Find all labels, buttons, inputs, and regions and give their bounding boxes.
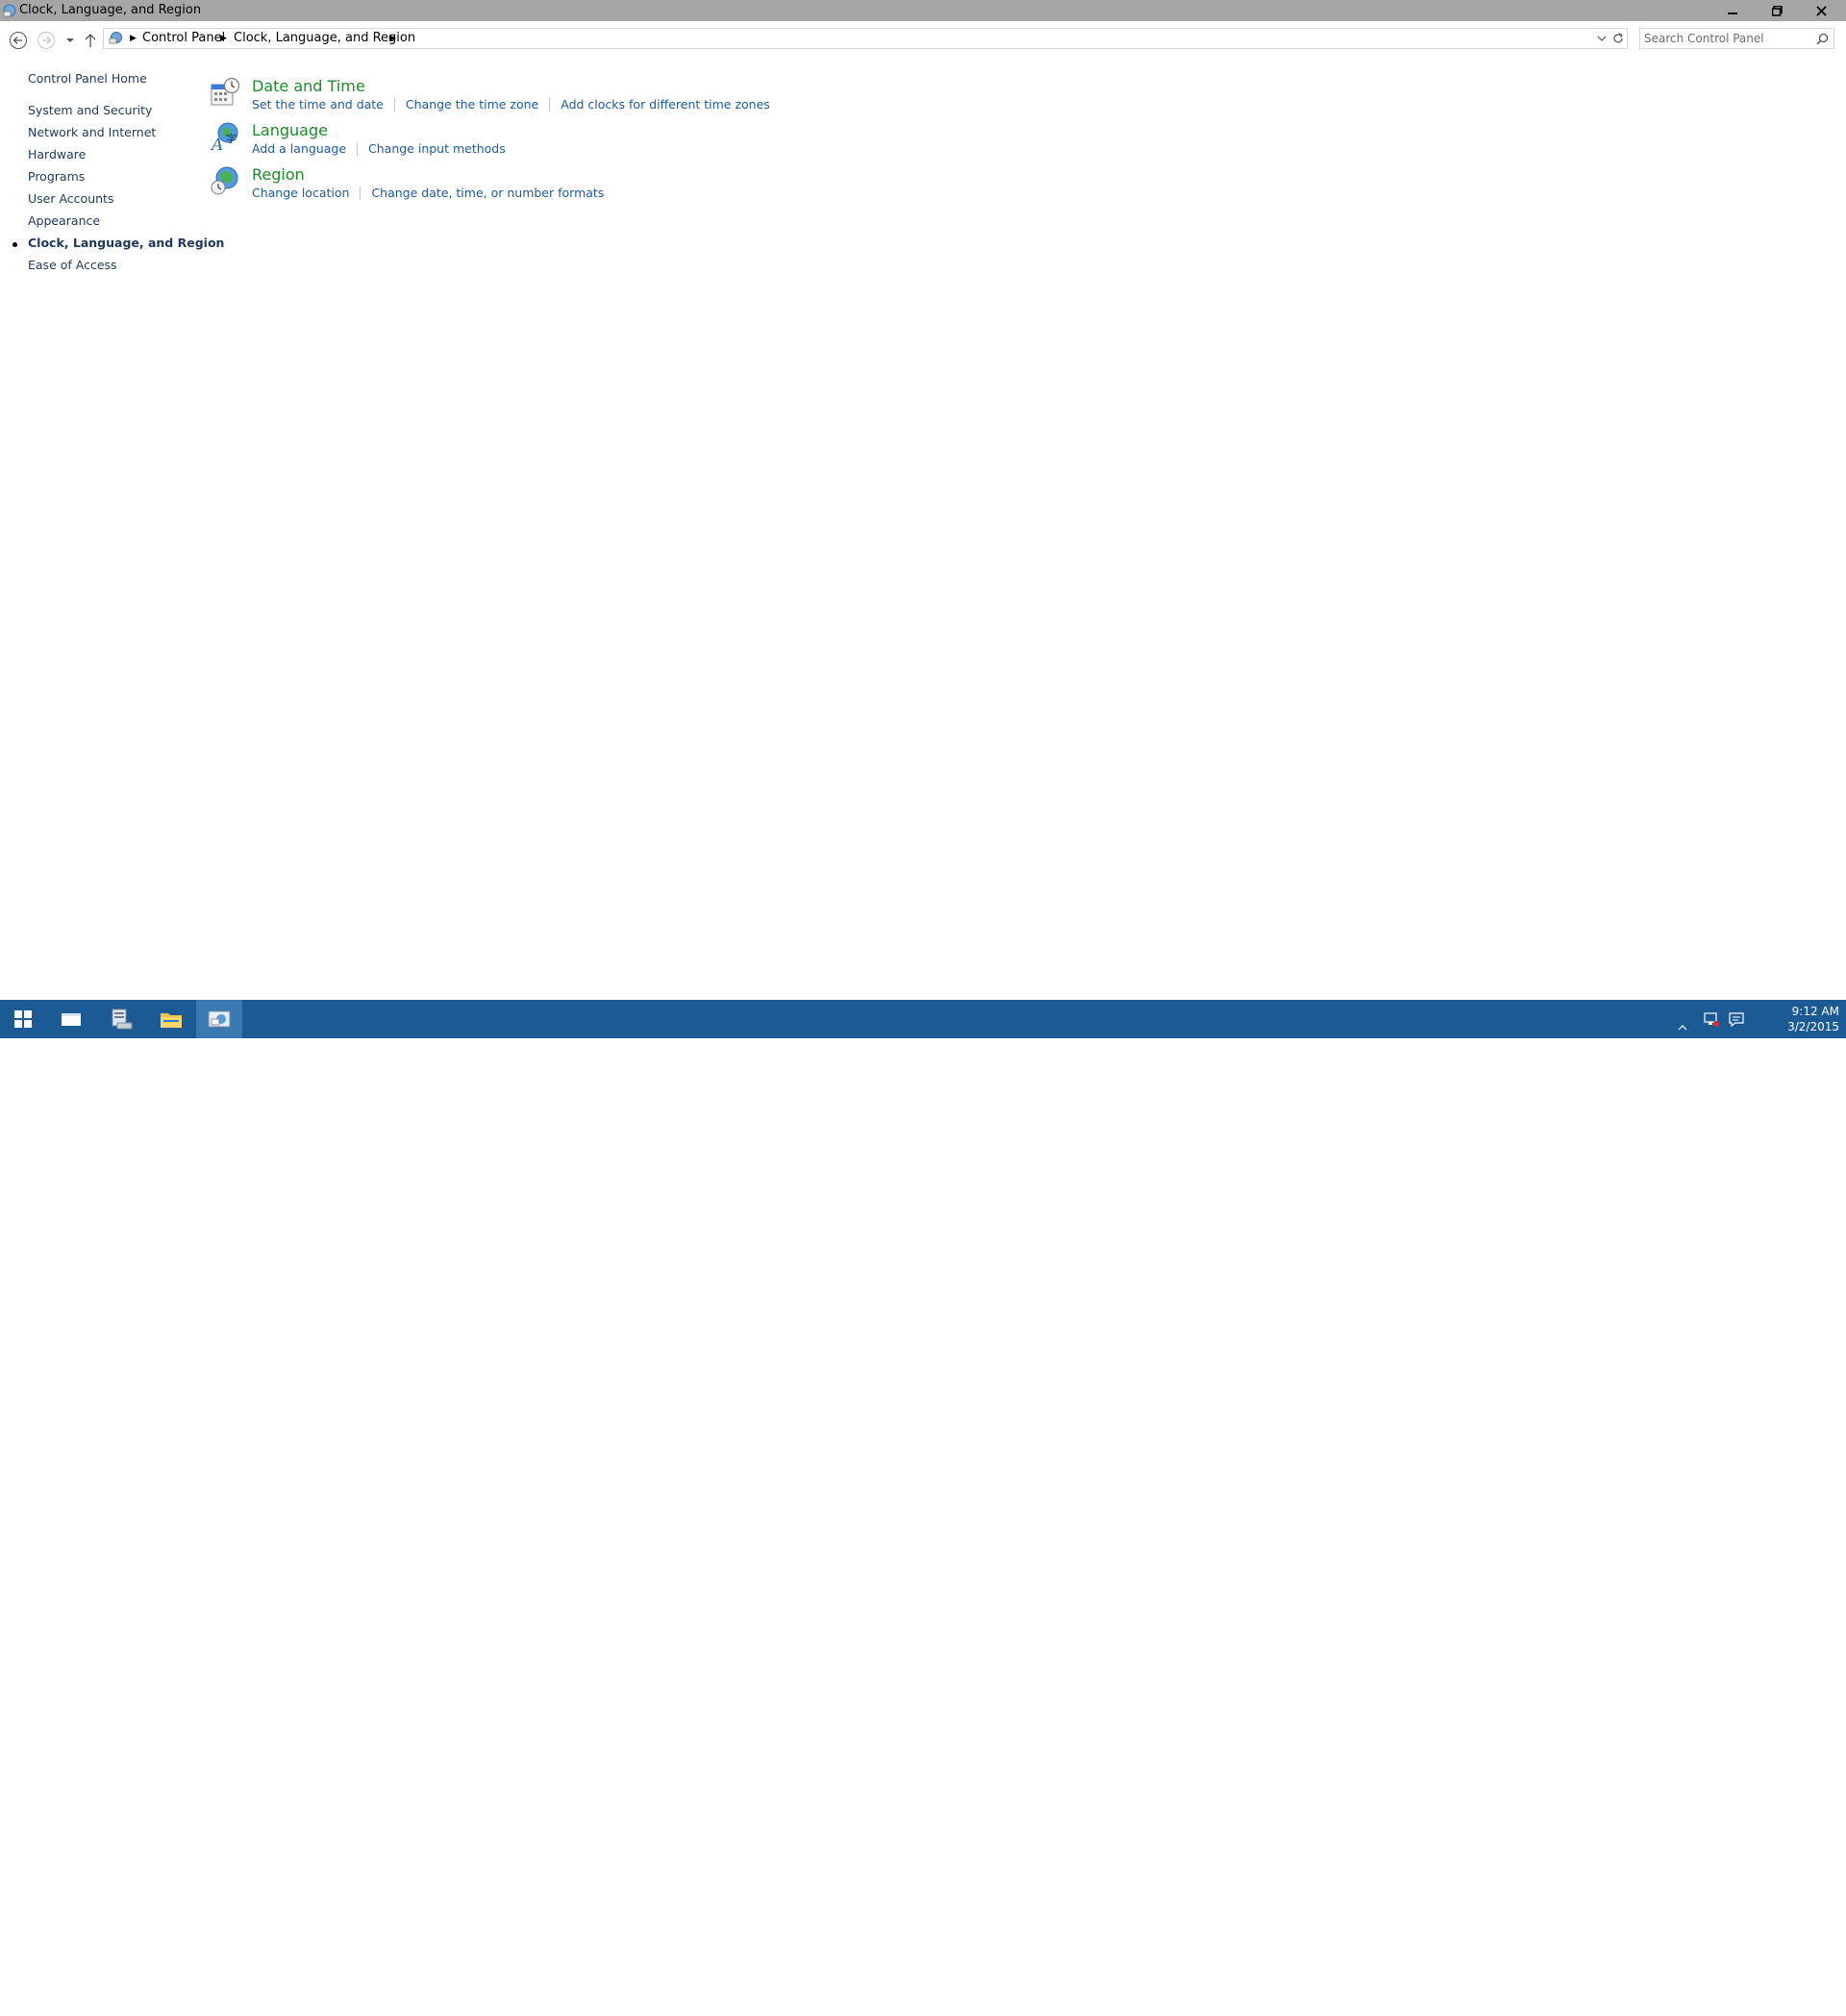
active-bullet-icon xyxy=(12,242,17,247)
address-dropdown-icon[interactable] xyxy=(1597,35,1607,42)
breadcrumb-arrow-icon[interactable]: ▶ xyxy=(389,29,396,48)
restore-button[interactable] xyxy=(1755,0,1799,21)
add-clocks-link[interactable]: Add clocks for different time zones xyxy=(561,97,770,112)
control-panel-icon xyxy=(3,4,16,17)
system-clock[interactable]: 9:12 AM 3/2/2015 xyxy=(1785,1004,1839,1034)
sidebar-item-hardware[interactable]: Hardware xyxy=(28,147,86,162)
link-separator xyxy=(357,142,359,156)
forward-button[interactable] xyxy=(36,30,57,51)
language-globe-icon: A 字 xyxy=(210,122,238,152)
server-manager-icon xyxy=(112,1008,133,1030)
sidebar-item-user-accounts[interactable]: User Accounts xyxy=(28,191,113,206)
breadcrumb-arrow-icon[interactable]: ▶ xyxy=(130,29,137,48)
date-and-time-title[interactable]: Date and Time xyxy=(252,77,365,95)
control-panel-taskbar-button[interactable] xyxy=(196,1000,242,1038)
svg-text:字: 字 xyxy=(226,132,237,145)
minimize-icon xyxy=(1728,12,1737,14)
language-title[interactable]: Language xyxy=(252,121,328,139)
link-separator xyxy=(549,98,551,112)
taskbar: The Collection Book 9:12 AM 3/2/2015 xyxy=(0,1000,1846,2016)
restore-icon xyxy=(1771,5,1783,16)
change-formats-link[interactable]: Change date, time, or number formats xyxy=(371,186,604,200)
control-panel-home-link[interactable]: Control Panel Home xyxy=(28,71,147,86)
file-explorer-icon xyxy=(161,1013,182,1028)
sidebar-item-network-internet[interactable]: Network and Internet xyxy=(28,125,156,139)
back-button[interactable] xyxy=(8,30,29,51)
change-location-link[interactable]: Change location xyxy=(252,186,349,200)
control-panel-icon xyxy=(109,32,122,44)
forward-arrow-icon xyxy=(37,32,55,49)
clock-date: 3/2/2015 xyxy=(1787,1020,1839,1033)
close-icon xyxy=(1815,5,1827,16)
change-time-zone-link[interactable]: Change the time zone xyxy=(406,97,538,112)
search-box[interactable] xyxy=(1639,28,1834,49)
region-links: Change location Change date, time, or nu… xyxy=(252,186,604,200)
set-time-and-date-link[interactable]: Set the time and date xyxy=(252,97,384,112)
add-language-link[interactable]: Add a language xyxy=(252,141,346,156)
breadcrumb-control-panel[interactable]: Control Panel xyxy=(142,29,225,48)
network-icon[interactable] xyxy=(1703,1011,1720,1027)
region-globe-icon xyxy=(211,166,238,195)
chevron-down-icon xyxy=(66,38,74,42)
control-panel-icon xyxy=(208,1010,231,1028)
change-input-methods-link[interactable]: Change input methods xyxy=(368,141,506,156)
show-hidden-icons-icon[interactable] xyxy=(1678,1025,1687,1031)
search-input[interactable] xyxy=(1644,31,1808,46)
title-bar: Clock, Language, and Region xyxy=(0,0,1846,21)
start-button[interactable] xyxy=(0,1000,46,1038)
sidebar-item-system-security[interactable]: System and Security xyxy=(28,103,152,117)
breadcrumb-clock-language-region[interactable]: Clock, Language, and Region xyxy=(234,29,415,48)
clock-time: 9:12 AM xyxy=(1791,1005,1839,1018)
address-bar[interactable]: ▶ Control Panel ▶ Clock, Language, and R… xyxy=(103,28,1628,49)
minimize-button[interactable] xyxy=(1710,0,1755,21)
region-title[interactable]: Region xyxy=(252,165,305,184)
date-and-time-links: Set the time and date Change the time zo… xyxy=(252,97,770,112)
clock-calendar-icon xyxy=(211,77,240,106)
language-links: Add a language Change input methods xyxy=(252,141,506,156)
sidebar-item-appearance[interactable]: Appearance xyxy=(28,213,100,228)
search-icon[interactable] xyxy=(1816,33,1829,45)
breadcrumb-arrow-icon[interactable]: ▶ xyxy=(220,29,227,48)
close-button[interactable] xyxy=(1799,0,1843,21)
link-separator xyxy=(393,98,395,112)
back-arrow-icon xyxy=(10,32,27,49)
up-arrow-icon xyxy=(85,34,96,47)
svg-text:A: A xyxy=(210,136,223,152)
sidebar-item-programs[interactable]: Programs xyxy=(28,169,85,184)
sidebar-item-ease-of-access[interactable]: Ease of Access xyxy=(28,258,117,272)
server-manager-button[interactable] xyxy=(98,1000,144,1038)
recent-locations-button[interactable] xyxy=(60,30,81,51)
action-center-icon[interactable] xyxy=(1728,1011,1745,1027)
start-icon xyxy=(14,1010,32,1028)
window-title: Clock, Language, and Region xyxy=(19,3,202,17)
file-explorer-button[interactable] xyxy=(148,1000,194,1038)
task-view-icon xyxy=(62,1013,81,1026)
up-button[interactable] xyxy=(80,30,101,51)
task-view-button[interactable] xyxy=(48,1000,94,1038)
link-separator xyxy=(360,187,362,200)
watermark-text: The Collection Book xyxy=(1604,1996,1776,2016)
sidebar-item-clock-language-region[interactable]: Clock, Language, and Region xyxy=(28,236,224,250)
refresh-icon[interactable] xyxy=(1611,32,1625,45)
